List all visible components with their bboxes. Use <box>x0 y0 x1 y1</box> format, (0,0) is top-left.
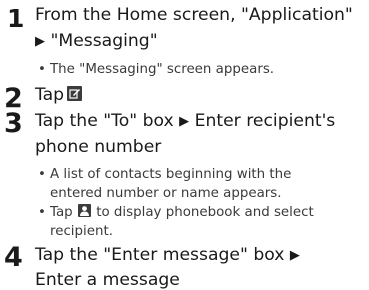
step-3-note-1-line-1: A list of contacts beginning with the <box>50 167 292 182</box>
arrow-icon: ▶ <box>179 114 190 129</box>
arrow-icon: ▶ <box>289 248 300 263</box>
step-1-line-1: From the Home screen, "Application" <box>35 5 353 25</box>
step-number: 1 <box>7 4 25 33</box>
bullet-icon: • <box>38 205 46 220</box>
step-3-line-1: Tap the "To" box ▶ Enter recipient's <box>35 111 336 131</box>
bullet-icon: • <box>38 62 46 77</box>
step-1-note: The "Messaging" screen appears. <box>50 62 275 77</box>
step-3-line-2: phone number <box>35 137 162 157</box>
compose-message-icon <box>67 86 83 101</box>
step-3-note-2-line-1: Tap to display phonebook and select <box>50 204 314 220</box>
arrow-icon: ▶ <box>35 34 45 49</box>
bullet-icon: • <box>38 167 46 182</box>
step-number: 3 <box>4 108 23 139</box>
step-4-line-1: Tap the "Enter message" box ▶ <box>35 245 300 265</box>
step-4-line-2: Enter a message <box>35 270 180 290</box>
step-3-note-2-line-2: recipient. <box>50 224 113 239</box>
step-2-line: Tap <box>35 85 83 105</box>
step-3-note-1-line-2: entered number or name appears. <box>50 186 282 201</box>
step-number: 4 <box>4 242 23 273</box>
step-1-line-2: ▶ "Messaging" <box>35 31 158 51</box>
phonebook-contact-icon <box>77 204 91 217</box>
